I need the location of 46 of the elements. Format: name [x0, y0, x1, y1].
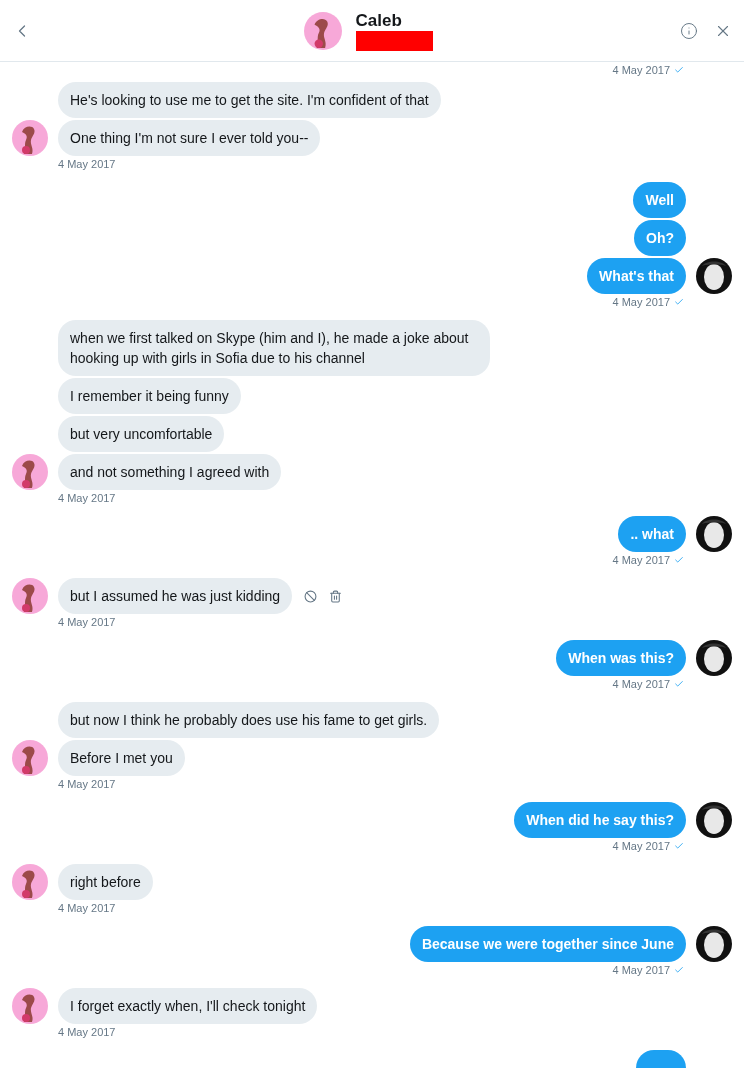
- timestamp: 4 May 2017: [58, 901, 116, 916]
- message-bubble: I remember it being funny: [58, 378, 241, 414]
- avatar: [12, 988, 48, 1024]
- message-bubble: Oh?: [634, 220, 686, 256]
- message-bubble: but very uncomfortable: [58, 416, 225, 452]
- timestamp: 4 May 2017: [612, 677, 670, 692]
- timestamp: 4 May 2017: [612, 839, 670, 854]
- avatar: [12, 578, 48, 614]
- avatar: [696, 516, 732, 552]
- timestamp: 4 May 2017: [58, 491, 116, 506]
- message-bubble: What's that: [587, 258, 686, 294]
- delete-icon[interactable]: [329, 589, 343, 603]
- message-bubble: When did he say this?: [514, 802, 686, 838]
- avatar: [696, 258, 732, 294]
- avatar: [696, 640, 732, 676]
- block-icon[interactable]: [304, 589, 318, 603]
- avatar: [12, 864, 48, 900]
- message-bubble: Well: [633, 182, 686, 218]
- message-bubble: He's looking to use me to get the site. I'm confident of that: [58, 82, 441, 118]
- avatar: [12, 120, 48, 156]
- message-bubble: but I assumed he was just kidding: [58, 578, 293, 614]
- timestamp: 4 May 2017: [58, 157, 116, 172]
- message-bubble: .. what: [618, 516, 686, 552]
- timestamp: 4 May 2017: [612, 963, 670, 978]
- avatar: [12, 740, 48, 776]
- avatar: [12, 454, 48, 490]
- timestamp: 4 May 2017: [612, 295, 670, 310]
- timestamp: 4 May 2017: [612, 553, 670, 568]
- timestamp: 4 May 2017: [58, 615, 116, 630]
- message-bubble: right before: [58, 864, 153, 900]
- message-bubble: When was this?: [556, 640, 686, 676]
- message-bubble: One thing I'm not sure I ever told you--: [58, 120, 321, 156]
- timestamp: 4 May 2017: [58, 1025, 116, 1040]
- info-icon[interactable]: [680, 21, 698, 40]
- message-bubble: but now I think he probably does use his fame to get girls.: [58, 702, 440, 738]
- avatar: [696, 802, 732, 838]
- avatar: [696, 926, 732, 962]
- message-bubble: Before I met you: [58, 740, 185, 776]
- message-bubble: when we first talked on Skype (him and I), he made a joke about hooking up with girls in Sofia due to his channel: [58, 320, 490, 376]
- avatar: [303, 11, 342, 50]
- timestamp: 4 May 2017: [58, 777, 116, 792]
- message-bubble: Because we were together since June: [409, 926, 686, 962]
- timestamp: 4 May 2017: [612, 63, 670, 78]
- contact-name: Caleb: [355, 10, 402, 31]
- message-bubble: and not something I agreed with: [58, 454, 282, 490]
- message-bubble: I forget exactly when, I'll check tonight: [58, 988, 318, 1024]
